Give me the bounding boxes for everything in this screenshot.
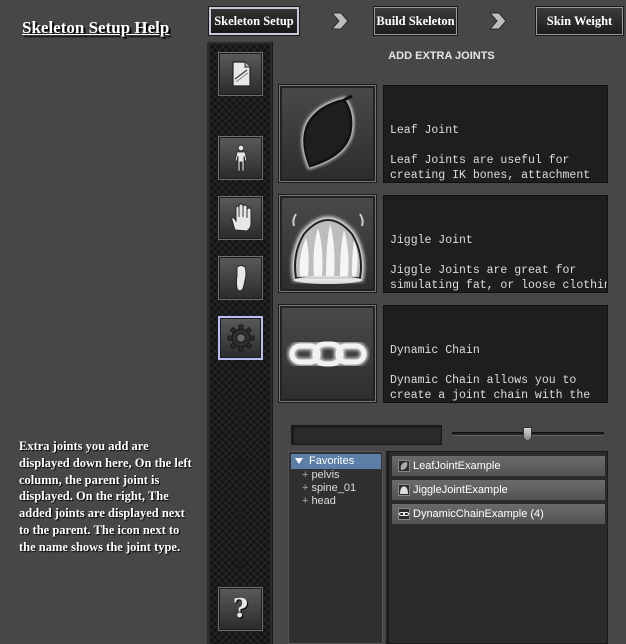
chain-icon	[398, 508, 410, 520]
foot-button[interactable]	[218, 256, 263, 300]
leaf-icon	[398, 460, 410, 472]
list-item[interactable]: DynamicChainExample (4)	[391, 503, 606, 525]
foot-icon	[235, 265, 246, 292]
size-slider-handle[interactable]	[523, 427, 532, 441]
section-header: ADD EXTRA JOINTS	[388, 50, 495, 62]
leaf-icon	[301, 94, 354, 170]
template-icon	[231, 61, 251, 87]
body-button[interactable]	[218, 136, 263, 180]
step-arrow-icon	[330, 12, 349, 30]
jiggle-joint-description: Jiggle Joint Jiggle Joints are great for …	[383, 195, 608, 293]
help-text: Extra joints you add are displayed down …	[19, 439, 192, 554]
help-title: Skeleton Setup Help	[22, 18, 170, 37]
gear-button[interactable]	[218, 316, 263, 360]
step-build-skeleton-button[interactable]: Build Skeleton	[373, 6, 458, 36]
add-leaf-joint-button[interactable]	[279, 85, 376, 182]
filter-field[interactable]	[291, 425, 442, 445]
tree-favorites-header[interactable]: Favorites	[291, 454, 381, 469]
tree-item[interactable]: + pelvis	[302, 469, 340, 481]
chain-icon	[287, 339, 368, 368]
jiggle-joint-title: Jiggle Joint	[390, 234, 473, 247]
body-icon	[234, 144, 247, 172]
leaf-joint-description: Leaf Joint Leaf Joints are useful for cre…	[383, 85, 608, 183]
step-skin-weight-button[interactable]: Skin Weight	[535, 6, 624, 36]
list-item[interactable]: LeafJointExample	[391, 455, 606, 477]
leaf-joint-text: Leaf Joints are useful for creating IK b…	[390, 154, 591, 182]
dynamic-chain-text: Dynamic Chain allows you to create a joi…	[390, 374, 591, 402]
added-joints-list[interactable]: LeafJointExample JiggleJointExample Dyna…	[388, 451, 608, 644]
tree-item[interactable]: + spine_01	[302, 482, 356, 494]
jelly-icon	[291, 212, 364, 284]
help-icon: ?	[232, 594, 249, 624]
add-jiggle-joint-button[interactable]	[279, 195, 376, 292]
gear-icon	[227, 324, 254, 352]
parent-joint-tree[interactable]: Favorites + pelvis + spine_01 + head	[288, 451, 383, 644]
hand-button[interactable]	[218, 196, 263, 240]
tree-item[interactable]: + head	[302, 495, 336, 507]
step-skeleton-setup-button[interactable]: Skeleton Setup	[208, 6, 300, 36]
dynamic-chain-title: Dynamic Chain	[390, 344, 480, 357]
step-arrow-icon	[488, 12, 507, 30]
jelly-icon	[398, 484, 410, 496]
leaf-joint-title: Leaf Joint	[390, 124, 460, 137]
dynamic-chain-description: Dynamic Chain Dynamic Chain allows you to…	[383, 305, 608, 403]
help-button[interactable]: ?	[218, 587, 263, 631]
list-item[interactable]: JiggleJointExample	[391, 479, 606, 501]
jiggle-joint-text: Jiggle Joints are great for simulating f…	[390, 264, 607, 292]
expand-triangle-icon[interactable]	[295, 458, 303, 464]
template-button[interactable]	[218, 52, 263, 96]
hand-icon	[230, 203, 251, 232]
add-dynamic-chain-button[interactable]	[279, 305, 376, 402]
